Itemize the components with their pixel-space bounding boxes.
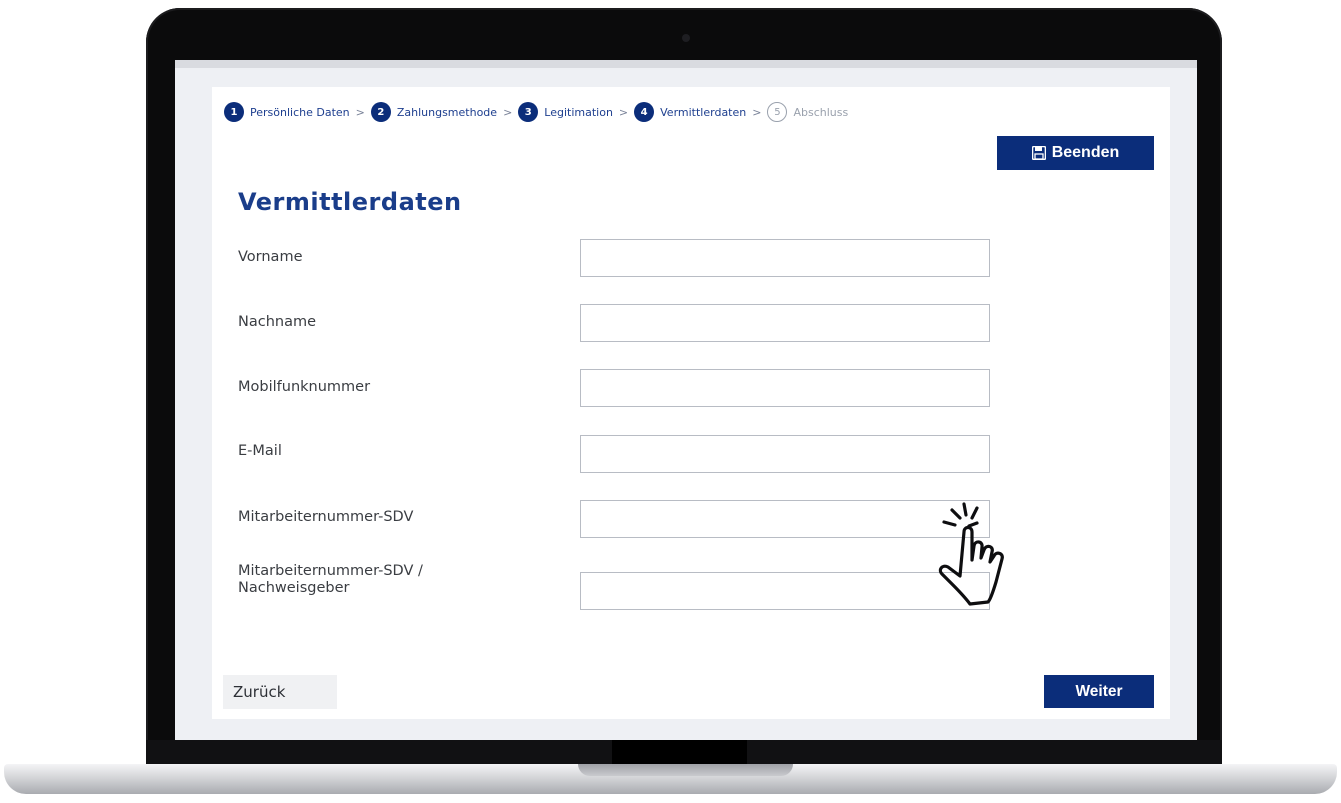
email-input[interactable] (580, 435, 990, 473)
step-number: 4 (634, 102, 655, 122)
step-4[interactable]: 4 Vermittlerdaten (634, 102, 746, 122)
step-label: Vermittlerdaten (660, 105, 747, 119)
nachweisgeber-input[interactable] (580, 572, 990, 610)
step-separator: > (503, 105, 513, 119)
step-number: 3 (518, 102, 539, 122)
page-title: Vermittlerdaten (238, 188, 462, 216)
laptop-base-notch (578, 764, 793, 776)
mobilfunknummer-input[interactable] (580, 369, 990, 407)
form-card: 1 Persönliche Daten > 2 Zahlungsmethode … (212, 87, 1170, 719)
step-label: Persönliche Daten (250, 105, 350, 119)
nachname-label: Nachname (238, 314, 317, 330)
step-1[interactable]: 1 Persönliche Daten (224, 102, 350, 122)
save-icon (1031, 146, 1046, 160)
vorname-label: Vorname (238, 249, 303, 265)
step-label: Abschluss (793, 105, 849, 119)
hand-pointer-icon (938, 502, 1004, 606)
zurueck-button[interactable]: Zurück (223, 675, 337, 709)
nachname-input[interactable] (580, 304, 990, 342)
step-number: 2 (370, 102, 391, 122)
step-separator: > (618, 105, 629, 119)
step-separator: > (752, 105, 762, 119)
mitarbeiternummer-label: Mitarbeiternummer-SDV (238, 509, 414, 525)
weiter-button[interactable]: Weiter (1044, 675, 1154, 708)
step-label: Zahlungsmethode (396, 105, 498, 119)
email-label: E-Mail (238, 443, 282, 459)
step-3[interactable]: 3 Legitimation (518, 102, 613, 122)
step-label: Legitimation (544, 105, 613, 119)
beenden-label: Beenden (1051, 144, 1120, 161)
step-number: 1 (224, 102, 244, 122)
laptop-bezel-notch (612, 740, 747, 764)
camera-icon (682, 34, 690, 42)
beenden-button[interactable]: Beenden (997, 136, 1154, 170)
vorname-input[interactable] (580, 239, 990, 277)
nachweisgeber-label-line1: Mitarbeiternummer-SDV / (238, 563, 423, 579)
mobilfunknummer-label: Mobilfunknummer (238, 379, 371, 395)
browser-topbar (175, 60, 1197, 68)
nachweisgeber-label-line2: Nachweisgeber (238, 580, 350, 596)
nachweisgeber-label: Mitarbeiternummer-SDV / Nachweisgeber (238, 563, 423, 597)
step-number: 5 (767, 102, 788, 122)
step-2[interactable]: 2 Zahlungsmethode (370, 102, 498, 122)
step-5: 5 Abschluss (767, 102, 848, 122)
step-separator: > (355, 105, 365, 119)
progress-stepper: 1 Persönliche Daten > 2 Zahlungsmethode … (224, 101, 848, 123)
mitarbeiternummer-input[interactable] (580, 500, 990, 538)
